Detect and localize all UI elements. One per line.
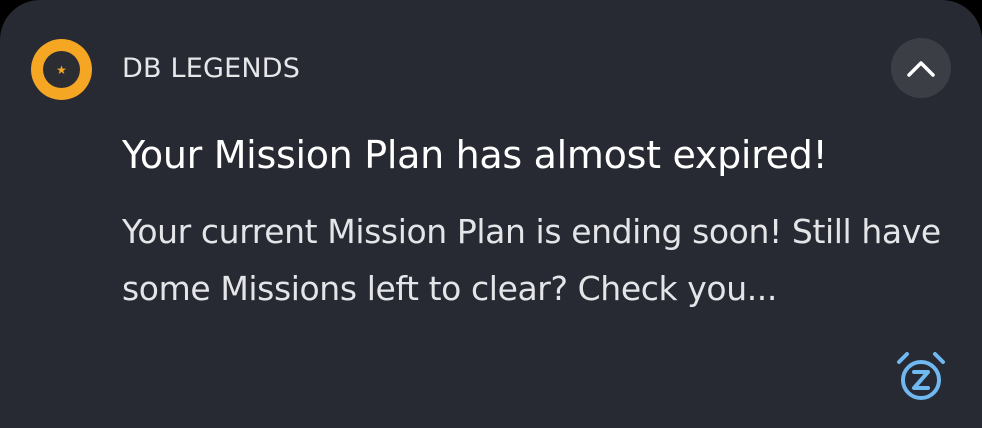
chevron-up-icon: [907, 61, 935, 77]
app-icon: ★: [31, 39, 92, 100]
snooze-button[interactable]: [893, 349, 949, 405]
star-icon: ★: [43, 51, 80, 88]
collapse-button[interactable]: [891, 38, 951, 98]
app-name: DB LEGENDS: [122, 53, 301, 84]
notification-title: Your Mission Plan has almost expired!: [122, 133, 828, 177]
notification-card[interactable]: ★ DB LEGENDS Your Mission Plan has almos…: [0, 0, 982, 428]
snooze-alarm-icon: [897, 352, 945, 400]
notification-body: Your current Mission Plan is ending soon…: [122, 212, 941, 308]
